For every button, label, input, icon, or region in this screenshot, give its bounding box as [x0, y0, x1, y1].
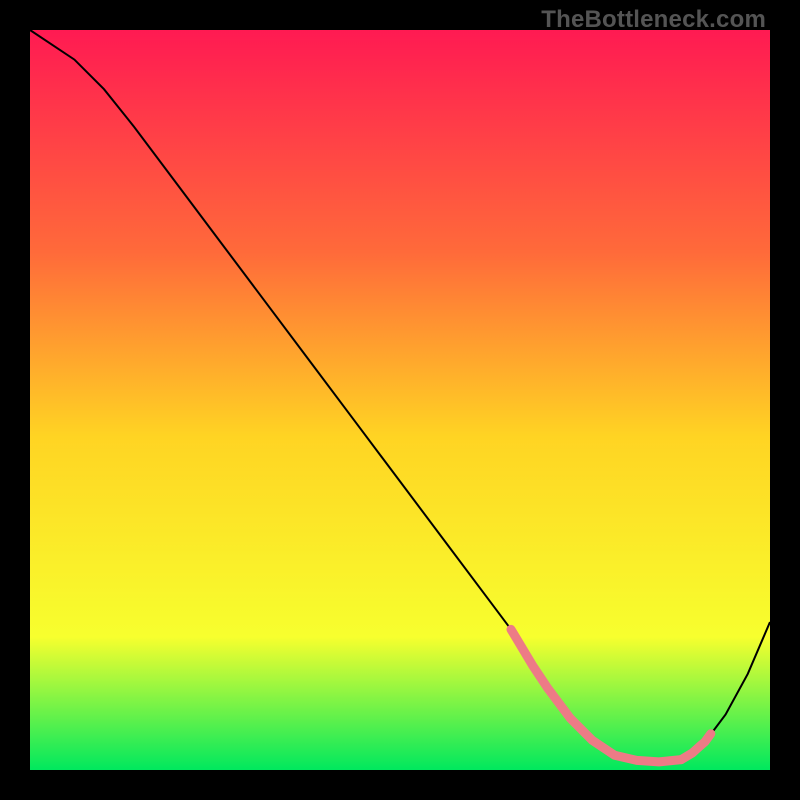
gradient-background [30, 30, 770, 770]
chart-frame: TheBottleneck.com [0, 0, 800, 800]
plot-area [30, 30, 770, 770]
bottleneck-chart [30, 30, 770, 770]
